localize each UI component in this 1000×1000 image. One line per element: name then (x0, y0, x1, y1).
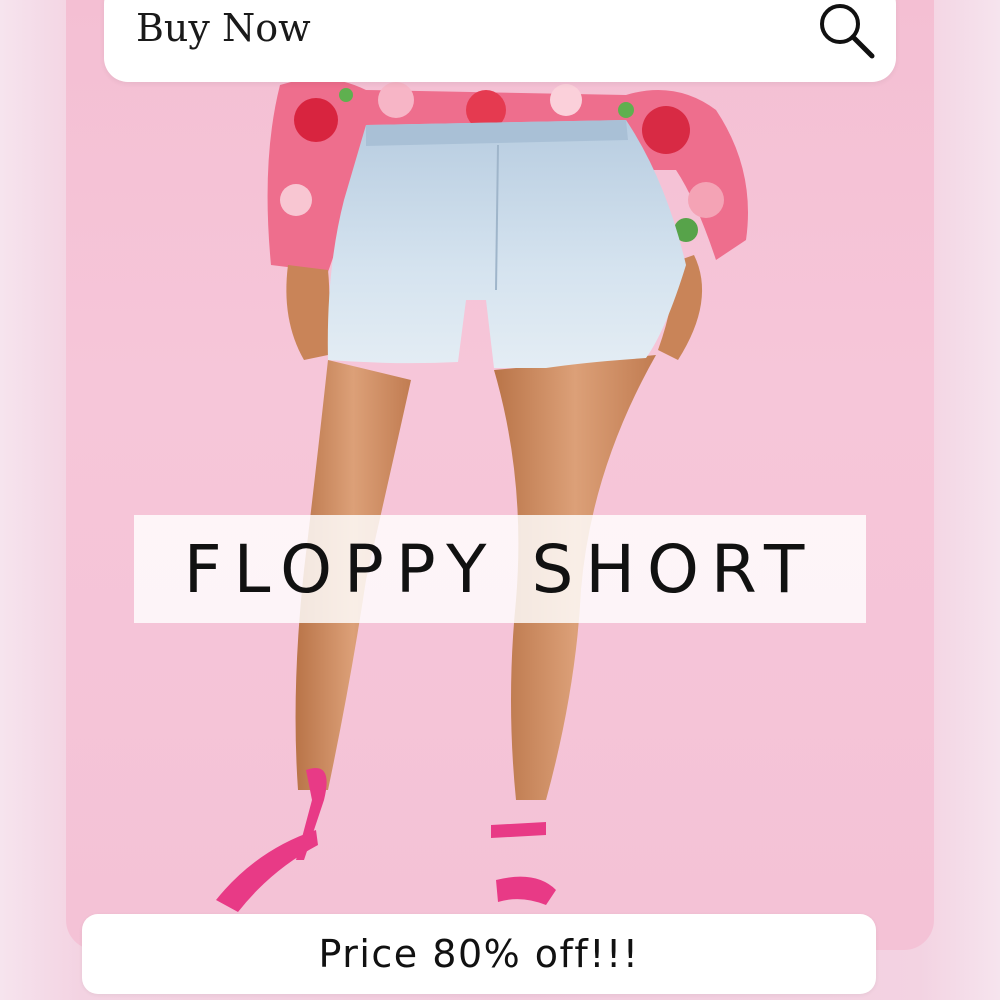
price-label: Price 80% off!!! (318, 932, 640, 976)
search-label[interactable]: Buy Now (136, 6, 311, 50)
price-bar[interactable]: Price 80% off!!! (82, 914, 876, 994)
search-icon[interactable] (814, 0, 878, 62)
product-photo[interactable] (66, 0, 934, 950)
model-illustration (216, 78, 748, 912)
search-bar[interactable]: Buy Now (104, 0, 896, 82)
title-banner: FLOPPY SHORT (134, 515, 866, 623)
product-title: FLOPPY SHORT (183, 530, 817, 608)
